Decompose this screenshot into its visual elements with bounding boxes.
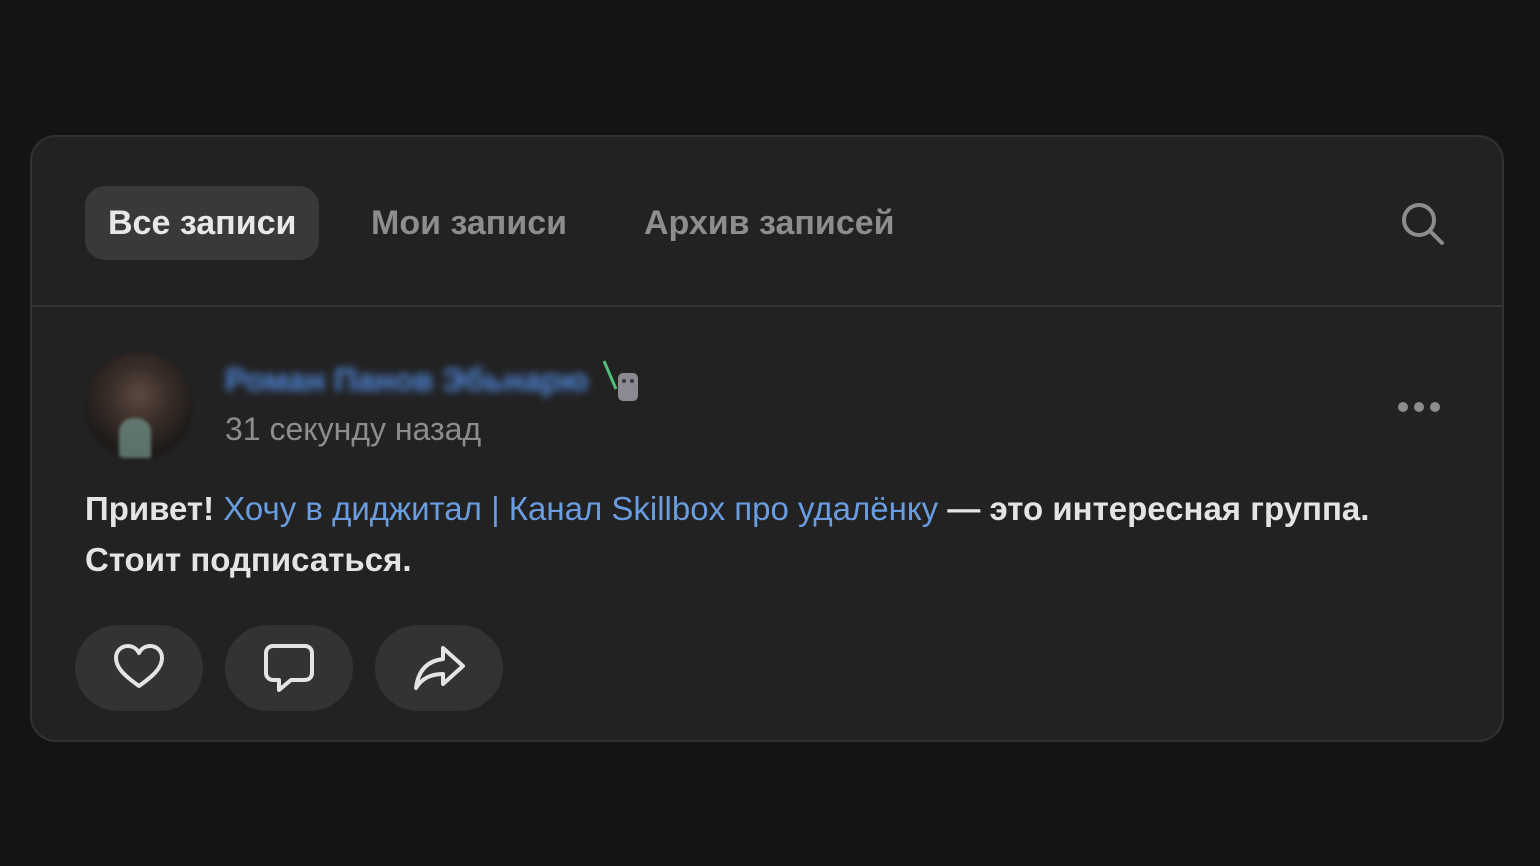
- more-horizontal-icon: [1398, 402, 1440, 412]
- comment-icon: [264, 644, 314, 692]
- share-button[interactable]: [375, 625, 503, 711]
- tab-archive[interactable]: Архив записей: [644, 186, 895, 260]
- author-avatar[interactable]: [85, 352, 193, 460]
- comment-button[interactable]: [225, 625, 353, 711]
- wall-card: Все записи Мои записи Архив записей Рома…: [30, 135, 1504, 742]
- post-timestamp[interactable]: 31 секунду назад: [225, 411, 481, 448]
- share-icon: [414, 646, 465, 690]
- status-emoji-icon: [602, 360, 638, 401]
- author-name-link[interactable]: Роман Панов Эбьнарю: [225, 362, 588, 399]
- post-menu-button[interactable]: [1395, 392, 1445, 422]
- group-link[interactable]: Хочу в диджитал | Канал Skillbox про уда…: [223, 490, 938, 527]
- wall-tabs: Все записи Мои записи Архив записей: [32, 137, 1502, 307]
- tab-my-posts[interactable]: Мои записи: [371, 186, 567, 260]
- like-button[interactable]: [75, 625, 203, 711]
- search-button[interactable]: [1398, 199, 1448, 249]
- search-icon: [1402, 203, 1444, 245]
- post-text-intro: Привет!: [85, 490, 224, 527]
- heart-icon: [114, 644, 164, 688]
- tab-all-posts[interactable]: Все записи: [85, 186, 320, 260]
- post-text: Привет! Хочу в диджитал | Канал Skillbox…: [85, 483, 1465, 585]
